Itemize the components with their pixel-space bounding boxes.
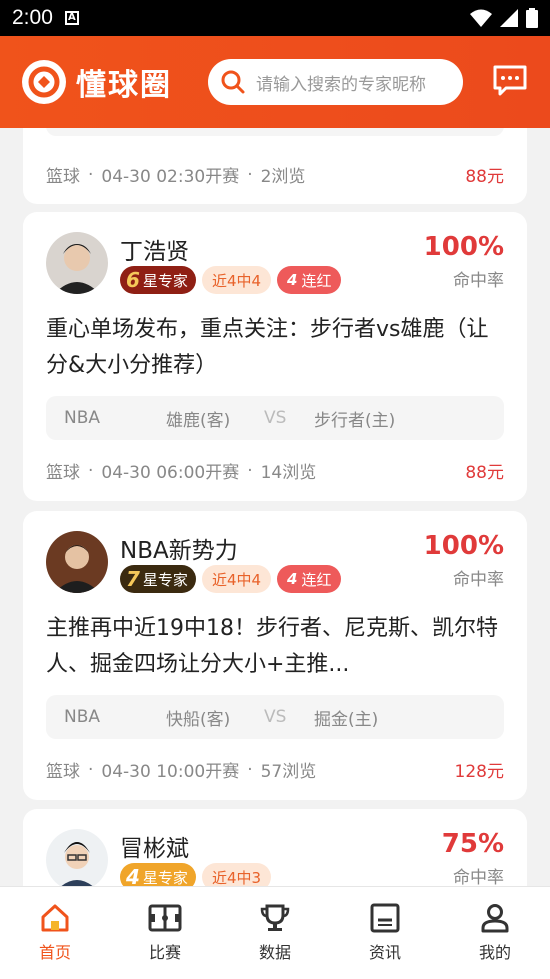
expert-feed[interactable]: 篮球 · 04-30 02:30开赛 · 2浏览 88元 丁浩贤 6 星专家 近4…: [0, 128, 550, 886]
app-logo: 懂球圈: [22, 60, 172, 104]
price-label: 88元: [465, 167, 504, 187]
expert-badges: 7 星专家 近4中4 4 连红: [120, 565, 342, 593]
view-count: 2浏览: [260, 167, 306, 187]
expert-name: NBA新势力: [120, 538, 238, 564]
sport-label: 篮球: [46, 762, 80, 782]
message-button[interactable]: [492, 64, 528, 100]
expert-badges: 4 星专家 近4中3: [120, 863, 272, 886]
hit-rate-label: 命中率: [453, 570, 504, 590]
message-icon: [493, 65, 527, 96]
avatar[interactable]: [46, 829, 108, 886]
recent-record-badge: 近4中3: [201, 863, 272, 886]
hit-rate-label: 命中率: [453, 271, 504, 291]
trophy-icon: [260, 904, 290, 931]
app-header: 懂球圈 请输入搜索的专家昵称: [0, 36, 550, 128]
logo-ball-icon: [22, 60, 66, 104]
card-meta: 篮球 · 04-30 06:00开赛 · 14浏览 88元: [46, 458, 504, 484]
price-label: 88元: [465, 463, 504, 483]
expert-name: 丁浩贤: [120, 239, 189, 265]
tab-label: 资讯: [368, 943, 401, 962]
match-time: 04-30 02:30开赛: [101, 167, 240, 187]
sport-label: 篮球: [46, 167, 80, 187]
hit-rate-value: 100%: [423, 232, 504, 262]
card-meta: 篮球 · 04-30 10:00开赛 · 57浏览 128元: [46, 757, 504, 783]
avatar[interactable]: [46, 531, 108, 593]
tab-news[interactable]: 资讯: [330, 887, 440, 979]
tab-label: 比赛: [148, 943, 181, 962]
wifi-icon: [470, 9, 492, 27]
tab-data[interactable]: 数据: [220, 887, 330, 979]
notification-a-icon: A: [64, 11, 79, 25]
home-team: 步行者(主): [314, 410, 396, 431]
hit-rate: 100% 命中率: [424, 232, 504, 291]
status-bar: 2:00 A: [0, 0, 550, 36]
search-placeholder: 请输入搜索的专家昵称: [256, 74, 426, 95]
sport-label: 篮球: [46, 463, 80, 483]
away-team: 快船(客): [166, 709, 231, 730]
view-count: 57浏览: [260, 762, 317, 782]
star-level-badge: 7 星专家: [120, 565, 196, 593]
recent-record-badge: 近4中4: [201, 266, 272, 294]
hit-rate: 75% 命中率: [442, 829, 504, 886]
hit-rate-label: 命中率: [453, 868, 504, 886]
card-meta: 篮球 · 04-30 02:30开赛 · 2浏览 88元: [46, 162, 504, 188]
avatar[interactable]: [46, 232, 108, 294]
match-info: NBA 快船(客) VS 掘金(主): [46, 695, 504, 739]
league-name: NBA: [64, 707, 101, 727]
match-time: 04-30 06:00开赛: [101, 463, 240, 483]
expert-card[interactable]: 丁浩贤 6 星专家 近4中4 4 连红 100% 命中率 重心单场发布，重点关注：步…: [23, 212, 527, 501]
streak-badge: 4 连红: [277, 565, 342, 593]
away-team: 雄鹿(客): [166, 410, 231, 431]
search-icon: [221, 70, 245, 94]
tab-matches[interactable]: 比赛: [110, 887, 220, 979]
court-icon: [148, 904, 182, 932]
news-icon: [370, 903, 400, 933]
tab-profile[interactable]: 我的: [440, 887, 550, 979]
expert-card[interactable]: NBA新势力 7 星专家 近4中4 4 连红 100% 命中率 主推再中近19中18…: [23, 511, 527, 800]
hit-rate: 100% 命中率: [424, 531, 504, 590]
home-team: 掘金(主): [314, 709, 379, 730]
star-level-badge: 4 星专家: [120, 863, 196, 886]
status-icons: [470, 8, 538, 28]
expert-card[interactable]: 篮球 · 04-30 02:30开赛 · 2浏览 88元: [23, 128, 527, 204]
status-time: 2:00: [12, 6, 53, 29]
home-icon: [41, 904, 69, 932]
price-label: 128元: [454, 762, 504, 782]
expert-card[interactable]: 冒彬斌 4 星专家 近4中3 75% 命中率: [23, 809, 527, 886]
tab-label: 数据: [258, 943, 291, 962]
streak-badge: 4 连红: [277, 266, 342, 294]
app-brand-name: 懂球圈: [76, 68, 172, 103]
vs-label: VS: [264, 408, 287, 428]
battery-icon: [526, 8, 538, 28]
expert-badges: 6 星专家 近4中4 4 连红: [120, 266, 342, 294]
hit-rate-value: 75%: [441, 829, 504, 859]
user-icon: [481, 904, 509, 933]
tab-label: 我的: [478, 943, 511, 962]
tab-label: 首页: [38, 943, 71, 962]
league-name: NBA: [64, 408, 101, 428]
match-time: 04-30 10:00开赛: [101, 762, 240, 782]
star-level-badge: 6 星专家: [120, 266, 196, 294]
recent-record-badge: 近4中4: [201, 565, 272, 593]
match-info: NBA 雄鹿(客) VS 步行者(主): [46, 396, 504, 440]
article-title[interactable]: 重心单场发布，重点关注：步行者vs雄鹿（让分&大小分推荐）: [46, 312, 504, 384]
expert-name: 冒彬斌: [120, 836, 189, 862]
view-count: 14浏览: [260, 463, 317, 483]
hit-rate-value: 100%: [423, 531, 504, 561]
search-input[interactable]: 请输入搜索的专家昵称: [208, 59, 463, 105]
article-title[interactable]: 主推再中近19中18！步行者、尼克斯、凯尔特人、掘金四场让分大小+主推...: [46, 611, 504, 683]
match-info: [46, 128, 504, 136]
signal-icon: [500, 9, 518, 27]
tab-home[interactable]: 首页: [0, 887, 110, 979]
bottom-tab-bar: 首页 比赛 数据 资讯 我的: [0, 886, 550, 979]
vs-label: VS: [264, 707, 287, 727]
